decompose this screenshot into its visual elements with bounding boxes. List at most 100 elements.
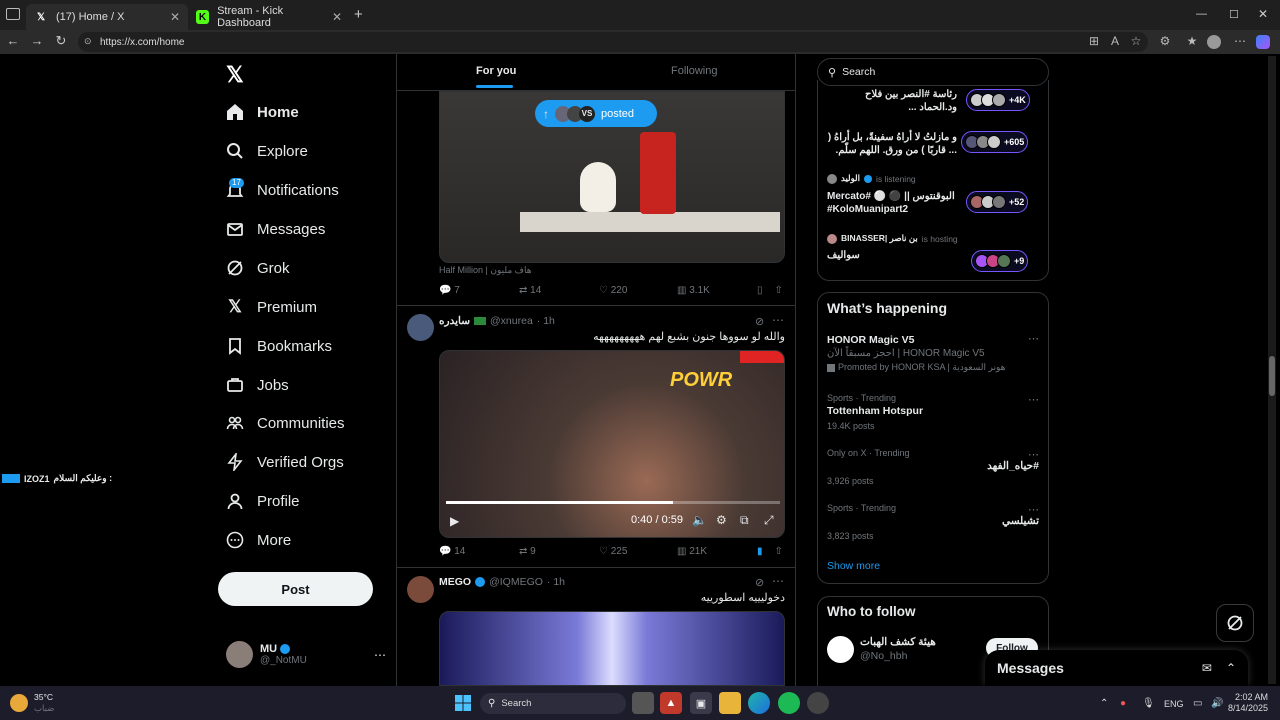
space-item[interactable]: و مازلتُ لا أراهُ سفينةً، بل أراهُ ( ...… xyxy=(827,131,957,157)
x-logo-icon[interactable]: 𝕏 xyxy=(226,62,244,88)
forward-icon[interactable]: → xyxy=(28,33,46,48)
taskbar-search[interactable]: ⚲ Search xyxy=(480,693,626,714)
like-button[interactable]: ♡ 220 xyxy=(599,285,677,296)
chevron-up-icon[interactable]: ⌃ xyxy=(1226,661,1236,675)
volume-icon[interactable]: 🔊 xyxy=(1211,698,1223,709)
sidebar-item-grok[interactable]: Grok xyxy=(226,255,290,281)
close-tab-icon[interactable]: ✕ xyxy=(170,10,180,24)
reply-button[interactable]: 💬 7 xyxy=(439,285,519,296)
scrollbar-thumb[interactable] xyxy=(1269,356,1275,396)
task-view-icon[interactable] xyxy=(632,692,654,714)
browser-tab-kick[interactable]: K Stream - Kick Dashboard ✕ xyxy=(188,4,350,30)
repost-button[interactable]: ⇄ 9 xyxy=(519,546,599,557)
show-more-link[interactable]: Show more xyxy=(827,560,880,572)
bookmark-icon[interactable]: ▮ xyxy=(757,546,763,557)
sidebar-item-profile[interactable]: Profile xyxy=(226,488,300,514)
edge-browser-icon[interactable] xyxy=(748,692,770,714)
account-switcher[interactable]: MU @_NotMU ⋯ xyxy=(226,641,386,668)
app-icon[interactable]: ▲ xyxy=(660,692,682,714)
share-icon[interactable]: ⇧ xyxy=(775,285,783,296)
windows-start-icon[interactable] xyxy=(452,692,474,714)
author-handle[interactable]: @IQMEGO xyxy=(489,576,543,588)
sidebar-item-explore[interactable]: Explore xyxy=(226,138,308,164)
microphone-icon[interactable]: 🎙 xyxy=(1142,698,1155,709)
views-button[interactable]: ▥ 3.1K xyxy=(677,285,757,296)
sidebar-item-more[interactable]: More xyxy=(226,527,291,553)
avatar[interactable] xyxy=(407,576,434,603)
repost-button[interactable]: ⇄ 14 xyxy=(519,285,599,296)
sidebar-item-home[interactable]: Home xyxy=(226,99,299,125)
sidebar-item-jobs[interactable]: Jobs xyxy=(226,372,289,398)
views-button[interactable]: ▥ 21K xyxy=(677,546,757,557)
sidebar-item-premium[interactable]: 𝕏 Premium xyxy=(226,294,317,320)
close-tab-icon[interactable]: ✕ xyxy=(332,10,342,24)
back-icon[interactable]: ← xyxy=(4,33,22,48)
messages-drawer[interactable]: Messages ✉ ⌃ xyxy=(985,650,1248,686)
clock[interactable]: 2:02 AM 8/14/2025 xyxy=(1228,692,1268,714)
file-explorer-icon[interactable] xyxy=(719,692,741,714)
bookmark-icon[interactable]: ▯ xyxy=(757,285,763,296)
space-listeners-pill[interactable]: +9 xyxy=(971,250,1029,272)
language-indicator[interactable]: ENG xyxy=(1164,699,1184,709)
reply-button[interactable]: 💬 14 xyxy=(439,546,519,557)
space-listeners-pill[interactable]: +4K xyxy=(966,89,1030,111)
display-icon[interactable]: ▭ xyxy=(1193,698,1202,709)
sidebar-item-messages[interactable]: Messages xyxy=(226,216,325,242)
sidebar-item-communities[interactable]: Communities xyxy=(226,410,345,436)
more-dots-icon[interactable]: ⋯ xyxy=(772,574,784,588)
post-media-image[interactable] xyxy=(439,611,785,686)
like-button[interactable]: ♡ 225 xyxy=(599,546,677,557)
avatar[interactable] xyxy=(827,636,854,663)
tab-for-you[interactable]: For you xyxy=(476,65,516,77)
new-tab-icon[interactable]: + xyxy=(354,6,363,23)
post-button[interactable]: Post xyxy=(218,572,373,606)
settings-icon[interactable]: ⚙ xyxy=(716,513,727,527)
play-icon[interactable]: ▶ xyxy=(450,514,459,528)
post-time[interactable]: · 1h xyxy=(547,576,565,588)
refresh-icon[interactable]: ↻ xyxy=(52,33,70,49)
video-scrubber[interactable] xyxy=(446,501,780,504)
suggested-user[interactable]: هيئة كشف الهبات @No_hbh xyxy=(860,636,936,662)
tab-actions-icon[interactable] xyxy=(6,8,20,20)
more-dots-icon[interactable]: ⋯ xyxy=(1028,503,1039,516)
avatar[interactable] xyxy=(407,314,434,341)
more-dots-icon[interactable]: ⋯ xyxy=(1028,448,1039,461)
space-item[interactable]: رئاسة #النصر بين فلاح ود.الحماد ... xyxy=(827,88,957,114)
space-item[interactable]: البوقنتوس || ⚫ ⚪ #Mercato #KoloMuanipart… xyxy=(827,190,957,216)
store-icon[interactable]: ▣ xyxy=(690,692,712,714)
more-dots-icon[interactable]: ⋯ xyxy=(772,313,784,327)
more-dots-icon[interactable]: ⋯ xyxy=(1028,393,1039,406)
profile-avatar-icon[interactable] xyxy=(1207,35,1221,49)
grok-icon[interactable]: ⊘ xyxy=(755,315,764,328)
menu-dots-icon[interactable]: ⋯ xyxy=(1232,34,1248,48)
space-listeners-pill[interactable]: +52 xyxy=(966,191,1029,213)
page-scrollbar[interactable] xyxy=(1268,56,1276,684)
trend-item[interactable]: HONOR Magic V5 احجز مسبقاً الآن | HONOR … xyxy=(827,332,1039,373)
tab-following[interactable]: Following xyxy=(671,65,717,77)
read-aloud-icon[interactable]: A xyxy=(1107,34,1123,48)
favorites-icon[interactable]: ★ xyxy=(1184,34,1200,48)
author-name[interactable]: MEGO xyxy=(439,576,471,588)
trend-item[interactable]: Sports · Trending تشيلسي 3,823 posts ⋯ xyxy=(827,503,1039,541)
chevron-up-icon[interactable]: ⌃ xyxy=(1100,698,1108,709)
url-bar[interactable]: ⊙ https://x.com/home xyxy=(78,32,1148,52)
volume-icon[interactable]: 🔈 xyxy=(692,513,707,527)
post-media-video[interactable]: POWR ▶ 0:40 / 0:59 🔈 ⚙ ⧉ ⤢ xyxy=(439,350,785,538)
pip-icon[interactable]: ⧉ xyxy=(740,513,749,528)
author-name[interactable]: سايدره xyxy=(439,315,470,327)
tray-app-icon[interactable]: ● xyxy=(1120,698,1126,709)
favorite-star-icon[interactable]: ☆ xyxy=(1128,34,1144,48)
new-posts-pill[interactable]: ↑ VS posted xyxy=(535,100,657,127)
sidebar-item-bookmarks[interactable]: Bookmarks xyxy=(226,333,332,359)
grok-icon[interactable]: ⊘ xyxy=(755,576,764,589)
maximize-icon[interactable]: ☐ xyxy=(1229,8,1239,21)
spotify-icon[interactable] xyxy=(778,692,800,714)
more-dots-icon[interactable]: ⋯ xyxy=(1028,332,1039,345)
fullscreen-icon[interactable]: ⤢ xyxy=(764,513,774,528)
extensions-icon[interactable]: ⚙ xyxy=(1157,34,1173,48)
weather-widget[interactable]: 35°C ضباب xyxy=(10,692,54,714)
new-message-icon[interactable]: ✉ xyxy=(1202,661,1212,675)
app-icon[interactable] xyxy=(807,692,829,714)
share-icon[interactable]: ⇧ xyxy=(775,546,783,557)
copilot-icon[interactable] xyxy=(1256,35,1270,49)
